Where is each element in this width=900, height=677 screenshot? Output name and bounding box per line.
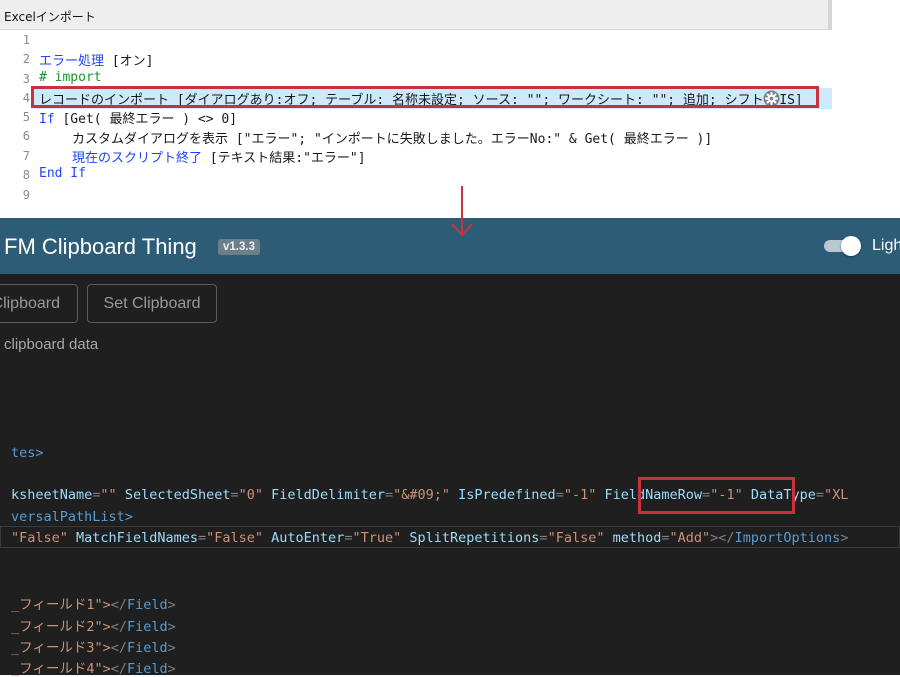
script-line-if[interactable]: If [Get( 最終エラー ) <> 0] (39, 108, 237, 127)
script-step-name: エラー処理 (39, 54, 105, 69)
xml-line-field: _フィールド1"></Field> (11, 597, 176, 613)
highlight-box-fieldnamerow (638, 477, 795, 514)
arrow-down-icon (450, 186, 474, 240)
line-number: 9 (22, 188, 30, 202)
window-title: Excelインポート (4, 10, 96, 24)
xml-code-view[interactable]: tes> ksheetName="" SelectedSheet="0" Fie… (0, 218, 900, 677)
line-number: 7 (22, 149, 30, 163)
xml-value: "False" (11, 530, 68, 546)
script-step-options: [テキスト結果:"エラー"] (202, 151, 366, 166)
xml-line-import-options-tail: "False" MatchFieldNames="False" AutoEnte… (11, 530, 849, 546)
script-line-comment[interactable]: # import (39, 70, 102, 85)
line-number: 1 (22, 33, 30, 47)
xml-attribute: MatchFieldNames (76, 530, 198, 546)
script-step-options: [オン] (104, 54, 154, 69)
script-step-options: [Get( 最終エラー ) <> 0] (54, 112, 238, 127)
xml-line: tes> (11, 445, 44, 461)
script-line-end-if[interactable]: End If (39, 166, 86, 181)
line-number: 3 (22, 72, 30, 86)
xml-value: _フィールド3"> (11, 640, 111, 656)
script-editor-window: Excelインポート 1 2 3 4 5 6 7 8 9 エラー処理 [オン] … (0, 0, 832, 218)
line-number: 4 (22, 91, 30, 105)
clipboard-app: FM Clipboard Thing v1.3.3 Light Clipboar… (0, 218, 900, 677)
xml-attribute: IsPredefined (458, 487, 556, 503)
xml-value: "False" (206, 530, 264, 546)
xml-tag: Field (127, 597, 168, 613)
xml-attribute: SplitRepetitions (409, 530, 540, 546)
highlight-box-import-step (31, 86, 819, 108)
xml-value: "-1" (563, 487, 597, 503)
line-number: 6 (22, 129, 30, 143)
line-number: 8 (22, 168, 30, 182)
script-step-name: 現在のスクリプト終了 (72, 151, 203, 166)
script-line-show-dialog[interactable]: カスタムダイアログを表示 ["エラー"; "インポートに失敗しました。エラーNo… (72, 128, 712, 147)
xml-attribute: FieldDelimiter (271, 487, 385, 503)
xml-value: "Add" (669, 530, 711, 546)
xml-tag: Field (127, 640, 168, 656)
xml-value: "0" (238, 487, 264, 503)
xml-value: "" (100, 487, 117, 503)
line-number: 5 (22, 110, 30, 124)
xml-line-field: _フィールド3"></Field> (11, 640, 176, 656)
xml-attribute: method (612, 530, 662, 546)
script-step-name: If (39, 112, 55, 127)
scrollbar[interactable] (828, 0, 832, 30)
xml-line-field: _フィールド2"></Field> (11, 619, 176, 635)
editor-title-bar: Excelインポート (0, 0, 832, 30)
xml-attribute: SelectedSheet (124, 487, 231, 503)
xml-value: "&#09;" (393, 487, 451, 503)
xml-value: _フィールド1"> (11, 597, 111, 613)
xml-tag: Field (127, 619, 168, 635)
script-line-exit-script[interactable]: 現在のスクリプト終了 [テキスト結果:"エラー"] (72, 147, 366, 166)
xml-value: "True" (352, 530, 402, 546)
line-number: 2 (22, 52, 30, 66)
xml-line-field: _フィールド4"></Field> (11, 661, 176, 677)
xml-value: _フィールド2"> (11, 619, 111, 635)
xml-tag: ImportOptions (734, 530, 841, 546)
script-line-error-capture[interactable]: エラー処理 [オン] (39, 50, 154, 69)
xml-value: "XL (824, 487, 849, 503)
xml-value: "False" (547, 530, 605, 546)
xml-attribute: ksheetName (11, 487, 93, 503)
xml-attribute: AutoEnter (271, 530, 345, 546)
xml-line: versalPathList> (11, 509, 133, 525)
